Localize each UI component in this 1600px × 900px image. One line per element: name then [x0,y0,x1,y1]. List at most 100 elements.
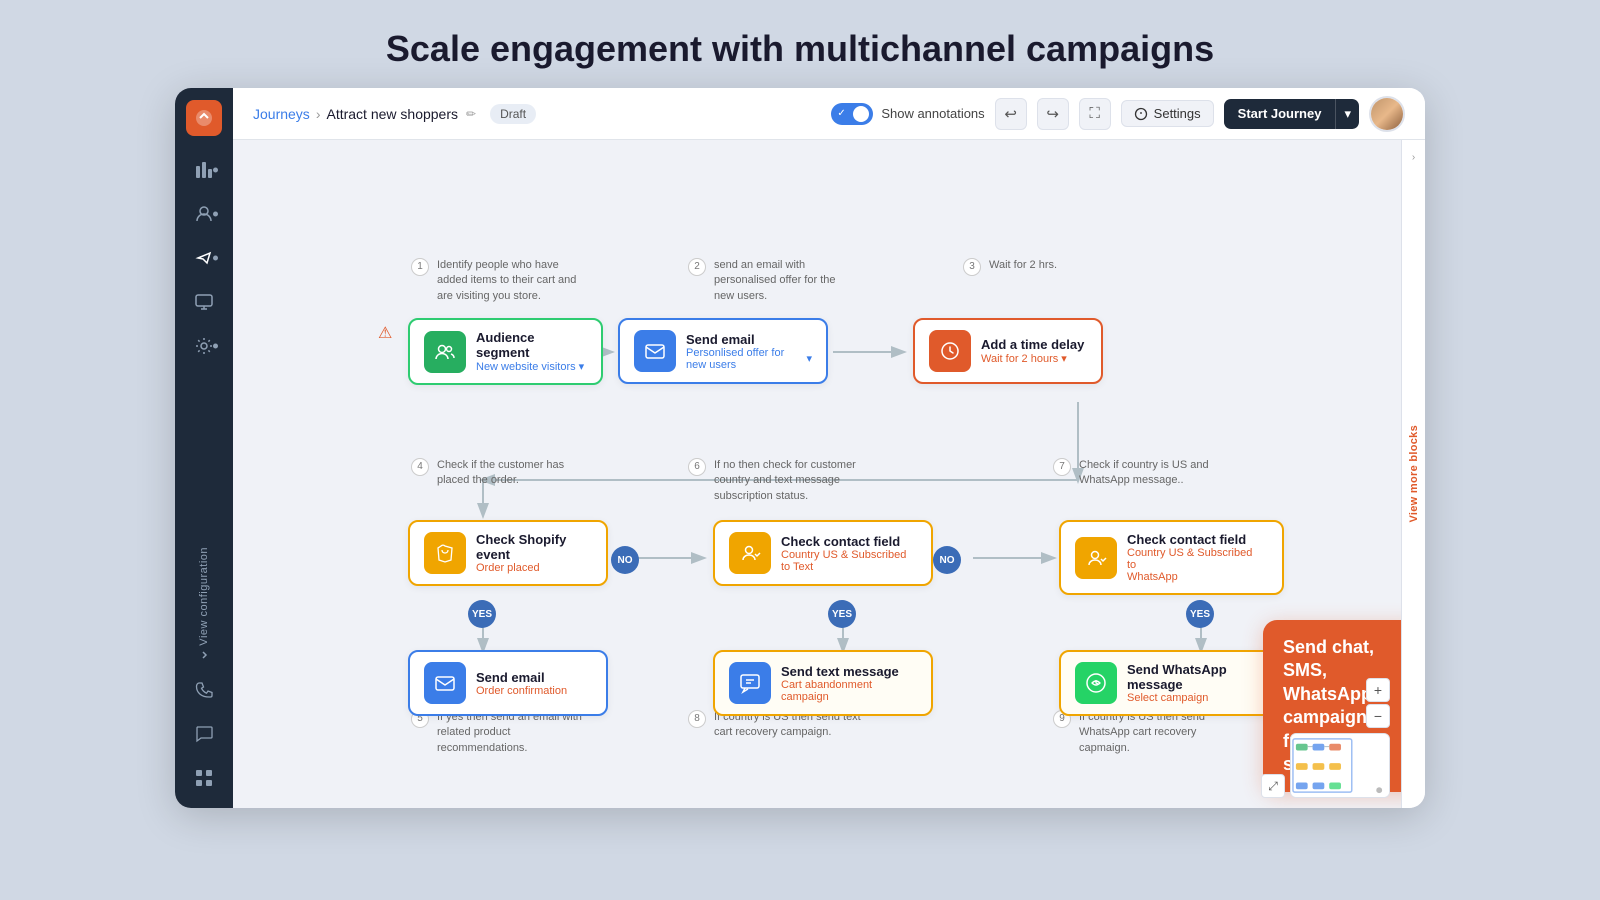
breadcrumb-journeys[interactable]: Journeys [253,106,310,122]
canvas-area: 1 Identify people who have added items t… [233,140,1425,808]
annotation-6: 6 If no then check for customer country … [688,458,863,504]
annotation-num-4: 4 [411,458,429,476]
start-journey-group: Start Journey ▾ [1224,99,1359,129]
sidebar-item-phone[interactable] [186,672,222,708]
sidebar-item-gear[interactable] [186,328,222,364]
annotation-num-7: 7 [1053,458,1071,476]
annotation-4: 4 Check if the customer has placed the o… [411,458,591,489]
node-check-contact-1[interactable]: Check contact field Country US & Subscri… [713,520,933,586]
expand-button[interactable]: ⤢ [1261,774,1285,798]
breadcrumb-current: Attract new shoppers [326,106,458,122]
page-title: Scale engagement with multichannel campa… [386,28,1214,70]
start-journey-button[interactable]: Start Journey [1224,99,1336,129]
send-text-title: Send text message [781,664,917,679]
fullscreen-button[interactable]: ⛶ [1079,98,1111,130]
time-delay-icon [929,330,971,372]
annotation-text-1: Identify people who have added items to … [437,258,591,304]
annotation-2: 2 send an email with personalised offer … [688,258,848,304]
send-email-1-title: Send email [686,332,812,347]
status-badge: Draft [490,104,536,124]
annotation-num-3: 3 [963,258,981,276]
sidebar-item-campaigns[interactable] [186,240,222,276]
mini-map [1290,733,1390,798]
toggle-check-icon: ✓ [837,108,845,119]
warning-icon: ⚠ [378,323,392,343]
annotation-text-5: If yes then send an email with related p… [437,710,591,756]
node-check-contact-2[interactable]: Check contact field Country US & Subscri… [1059,520,1284,595]
send-email-1-sub: Personlised offer for new users ▾ [686,347,812,371]
annotation-text-2: send an email with personalised offer fo… [714,258,848,304]
sidebar-item-chart[interactable] [186,152,222,188]
sidebar-item-grid[interactable] [186,760,222,796]
sidebar: View configuration [175,88,233,808]
check-contact-2-icon [1075,537,1117,579]
annotation-num-6: 6 [688,458,706,476]
send-whatsapp-sub: Select campaign [1127,692,1268,704]
sidebar-item-chat[interactable] [186,716,222,752]
send-email-2-title: Send email [476,670,567,685]
check-shopify-icon [424,532,466,574]
redo-button[interactable]: ↪ [1037,98,1069,130]
audience-sub: New website visitors ▾ [476,360,587,373]
node-check-shopify[interactable]: Check Shopify event Order placed [408,520,608,586]
time-delay-sub: Wait for 2 hours ▾ [981,352,1084,365]
start-journey-dropdown[interactable]: ▾ [1335,99,1359,129]
annotation-text-7: Check if country is US and WhatsApp mess… [1079,458,1213,489]
sidebar-logo[interactable] [186,100,222,136]
chevron-right-icon[interactable]: › [1412,152,1415,163]
send-text-icon [729,662,771,704]
time-delay-title: Add a time delay [981,337,1084,352]
annotation-1: 1 Identify people who have added items t… [411,258,591,304]
send-email-1-text: Send email Personlised offer for new use… [686,332,812,371]
toggle-switch[interactable]: ✓ [831,103,873,125]
annotation-text-4: Check if the customer has placed the ord… [437,458,591,489]
zoom-controls: + − [1366,678,1390,728]
breadcrumb-edit-icon[interactable]: ✏ [466,107,476,121]
annotations-toggle[interactable]: ✓ Show annotations [831,103,984,125]
annotation-3: 3 Wait for 2 hrs. [963,258,1057,276]
node-audience-segment[interactable]: Audience segment New website visitors ▾ [408,318,603,385]
sidebar-item-monitor[interactable] [186,284,222,320]
node-send-text[interactable]: Send text message Cart abandonment campa… [713,650,933,716]
zoom-in-button[interactable]: + [1366,678,1390,702]
time-delay-text: Add a time delay Wait for 2 hours ▾ [981,337,1084,365]
check-shopify-title: Check Shopify event [476,532,592,562]
send-email-2-sub: Order confirmation [476,685,567,697]
node-send-email-1[interactable]: Send email Personlised offer for new use… [618,318,828,384]
undo-button[interactable]: ↩ [995,98,1027,130]
send-email-1-icon [634,330,676,372]
view-config-label[interactable]: View configuration [198,547,210,646]
annotations-label: Show annotations [881,106,984,121]
badge-no-contact-1: NO [933,546,961,574]
check-contact-1-sub: Country US & Subscribed to Text [781,549,917,573]
breadcrumb-separator: › [316,106,321,122]
badge-no-shopify: NO [611,546,639,574]
annotation-text-9: If country is US then send WhatsApp cart… [1079,710,1228,756]
check-shopify-text: Check Shopify event Order placed [476,532,592,574]
send-whatsapp-text: Send WhatsApp message Select campaign [1127,662,1268,704]
breadcrumb: Journeys › Attract new shoppers ✏ Draft [253,104,536,124]
annotation-7: 7 Check if country is US and WhatsApp me… [1053,458,1213,489]
node-time-delay[interactable]: Add a time delay Wait for 2 hours ▾ [913,318,1103,384]
send-whatsapp-title: Send WhatsApp message [1127,662,1268,692]
send-email-2-text: Send email Order confirmation [476,670,567,697]
sidebar-item-user[interactable] [186,196,222,232]
audience-icon [424,331,466,373]
view-more-blocks-label[interactable]: View more blocks [1408,425,1420,523]
send-email-2-icon [424,662,466,704]
sidebar-bottom: View configuration [186,547,222,796]
avatar [1369,96,1405,132]
right-panel: › View more blocks [1401,140,1425,808]
send-text-sub: Cart abandonment campaign [781,679,917,703]
check-shopify-sub: Order placed [476,562,592,574]
check-contact-1-icon [729,532,771,574]
annotation-text-3: Wait for 2 hrs. [989,258,1057,273]
node-send-whatsapp[interactable]: Send WhatsApp message Select campaign [1059,650,1284,716]
zoom-out-button[interactable]: − [1366,704,1390,728]
settings-button[interactable]: Settings [1121,100,1214,127]
topbar: Journeys › Attract new shoppers ✏ Draft … [233,88,1425,140]
badge-yes-contact-2: YES [1186,600,1214,628]
settings-label: Settings [1154,106,1201,121]
node-send-email-2[interactable]: Send email Order confirmation [408,650,608,716]
annotation-9: 9 If country is US then send WhatsApp ca… [1053,710,1228,756]
